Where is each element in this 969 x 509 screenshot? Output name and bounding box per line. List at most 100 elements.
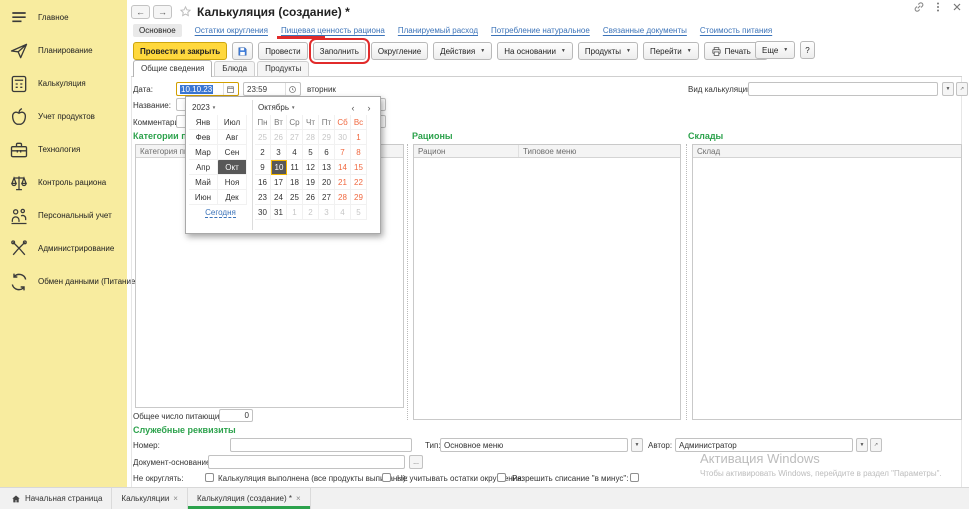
toolbar-button-3[interactable]: Провести xyxy=(258,42,307,60)
day-cell[interactable]: 24 xyxy=(271,190,287,205)
day-cell[interactable]: 5 xyxy=(351,205,367,220)
sidebar-item-4[interactable]: Учет продуктов xyxy=(0,100,127,133)
day-cell[interactable]: 26 xyxy=(271,130,287,145)
day-cell[interactable]: 27 xyxy=(287,130,303,145)
date-picker-month[interactable]: Октябрь xyxy=(258,103,289,112)
taskbar-tab-1[interactable]: Начальная страница xyxy=(2,488,112,509)
day-cell[interactable]: 23 xyxy=(255,190,271,205)
close-icon[interactable] xyxy=(951,1,963,13)
nav-tab-7[interactable]: Стоимость питания xyxy=(700,26,772,35)
month-cell[interactable]: Ноя xyxy=(218,175,247,190)
close-tab-icon[interactable]: × xyxy=(296,494,301,503)
type-dropdown-button[interactable]: ▼ xyxy=(631,438,643,452)
today-link[interactable]: Сегодня xyxy=(189,206,252,221)
day-cell[interactable]: 1 xyxy=(287,205,303,220)
sidebar-item-5[interactable]: Технология xyxy=(0,133,127,166)
basis-input[interactable] xyxy=(208,455,405,469)
panel-splitter[interactable] xyxy=(686,144,687,420)
day-cell[interactable]: 1 xyxy=(351,130,367,145)
toolbar-button-4[interactable]: Заполнить xyxy=(313,42,366,60)
day-cell[interactable]: 22 xyxy=(351,175,367,190)
subtab-1[interactable]: Общие сведения xyxy=(133,60,212,77)
day-cell[interactable]: 30 xyxy=(335,130,351,145)
nav-tab-4[interactable]: Планируемый расход xyxy=(398,26,478,35)
get-link-icon[interactable] xyxy=(913,1,925,13)
month-cell[interactable]: Фев xyxy=(189,130,218,145)
day-cell[interactable]: 29 xyxy=(351,190,367,205)
toolbar-button-2[interactable] xyxy=(232,42,253,60)
day-cell[interactable]: 2 xyxy=(255,145,271,160)
number-input[interactable] xyxy=(230,438,412,452)
nav-tab-5[interactable]: Потребление натуральное xyxy=(491,26,590,35)
back-button[interactable]: ← xyxy=(131,5,150,19)
day-cell[interactable]: 6 xyxy=(319,145,335,160)
day-cell[interactable]: 16 xyxy=(255,175,271,190)
month-cell[interactable]: Мар xyxy=(189,145,218,160)
day-cell[interactable]: 4 xyxy=(287,145,303,160)
basis-more-button[interactable]: ... xyxy=(409,455,423,469)
sidebar-item-8[interactable]: Администрирование xyxy=(0,232,127,265)
section-table-3[interactable]: Склад xyxy=(692,144,962,420)
forward-button[interactable]: → xyxy=(153,5,172,19)
day-cell[interactable]: 3 xyxy=(319,205,335,220)
sidebar-item-7[interactable]: Персональный учет xyxy=(0,199,127,232)
taskbar-tab-3[interactable]: Калькуляция (создание) *× xyxy=(188,488,311,509)
toolbar-button-9[interactable]: Перейти▼ xyxy=(643,42,699,60)
month-cell[interactable]: Янв xyxy=(189,115,218,130)
month-cell[interactable]: Окт xyxy=(218,160,247,175)
subtab-2[interactable]: Блюда xyxy=(214,61,255,76)
toolbar-button-1[interactable]: Провести и закрыть xyxy=(133,42,227,60)
date-input[interactable]: 10.10.23 xyxy=(176,82,239,96)
favorite-star-icon[interactable] xyxy=(179,5,192,18)
nav-tab-3[interactable]: Пищевая ценность рациона xyxy=(281,26,385,35)
prev-month-button[interactable]: ‹ xyxy=(348,103,358,113)
day-cell[interactable]: 28 xyxy=(303,130,319,145)
day-cell[interactable]: 9 xyxy=(255,160,271,175)
section-table-2[interactable]: РационТиповое меню xyxy=(413,144,681,420)
date-picker-year[interactable]: 2023▼ xyxy=(189,100,252,115)
calendar-icon[interactable] xyxy=(223,83,235,95)
subtab-3[interactable]: Продукты xyxy=(257,61,309,76)
month-cell[interactable]: Авг xyxy=(218,130,247,145)
sidebar-item-3[interactable]: Калькуляция xyxy=(0,67,127,100)
day-cell[interactable]: 27 xyxy=(319,190,335,205)
close-tab-icon[interactable]: × xyxy=(173,494,178,503)
toolbar-button-7[interactable]: На основании▼ xyxy=(497,42,573,60)
month-cell[interactable]: Дек xyxy=(218,190,247,205)
day-cell[interactable]: 26 xyxy=(303,190,319,205)
toolbar-button-8[interactable]: Продукты▼ xyxy=(578,42,638,60)
type-select[interactable]: Основное меню xyxy=(440,438,628,452)
day-cell[interactable]: 7 xyxy=(335,145,351,160)
checkbox-3[interactable] xyxy=(497,473,506,482)
day-cell[interactable]: 18 xyxy=(287,175,303,190)
month-cell[interactable]: Апр xyxy=(189,160,218,175)
day-cell[interactable]: 28 xyxy=(335,190,351,205)
total-eaters-input[interactable]: 0 xyxy=(219,409,253,422)
day-cell[interactable]: 8 xyxy=(351,145,367,160)
more-button[interactable]: Еще▼ xyxy=(755,41,795,59)
day-cell[interactable]: 21 xyxy=(335,175,351,190)
calc-kind-input[interactable] xyxy=(748,82,938,96)
day-cell[interactable]: 2 xyxy=(303,205,319,220)
month-cell[interactable]: Июл xyxy=(218,115,247,130)
day-cell[interactable]: 4 xyxy=(335,205,351,220)
author-open-button[interactable]: ↗ xyxy=(870,438,882,452)
checkbox-1[interactable] xyxy=(205,473,214,482)
month-cell[interactable]: Сен xyxy=(218,145,247,160)
day-cell[interactable]: 30 xyxy=(255,205,271,220)
next-month-button[interactable]: › xyxy=(364,103,374,113)
sidebar-item-6[interactable]: Контроль рациона xyxy=(0,166,127,199)
help-button[interactable]: ? xyxy=(800,41,814,59)
day-cell[interactable]: 19 xyxy=(303,175,319,190)
toolbar-button-6[interactable]: Действия▼ xyxy=(433,42,492,60)
day-cell[interactable]: 15 xyxy=(351,160,367,175)
clock-icon[interactable] xyxy=(285,83,297,95)
calc-kind-dropdown-button[interactable]: ▼ xyxy=(942,82,954,96)
day-cell[interactable]: 25 xyxy=(287,190,303,205)
author-select[interactable]: Администратор xyxy=(675,438,853,452)
month-cell[interactable]: Июн xyxy=(189,190,218,205)
day-cell[interactable]: 5 xyxy=(303,145,319,160)
kebab-menu-icon[interactable] xyxy=(932,1,944,13)
taskbar-tab-2[interactable]: Калькуляции× xyxy=(112,488,188,509)
month-cell[interactable]: Май xyxy=(189,175,218,190)
